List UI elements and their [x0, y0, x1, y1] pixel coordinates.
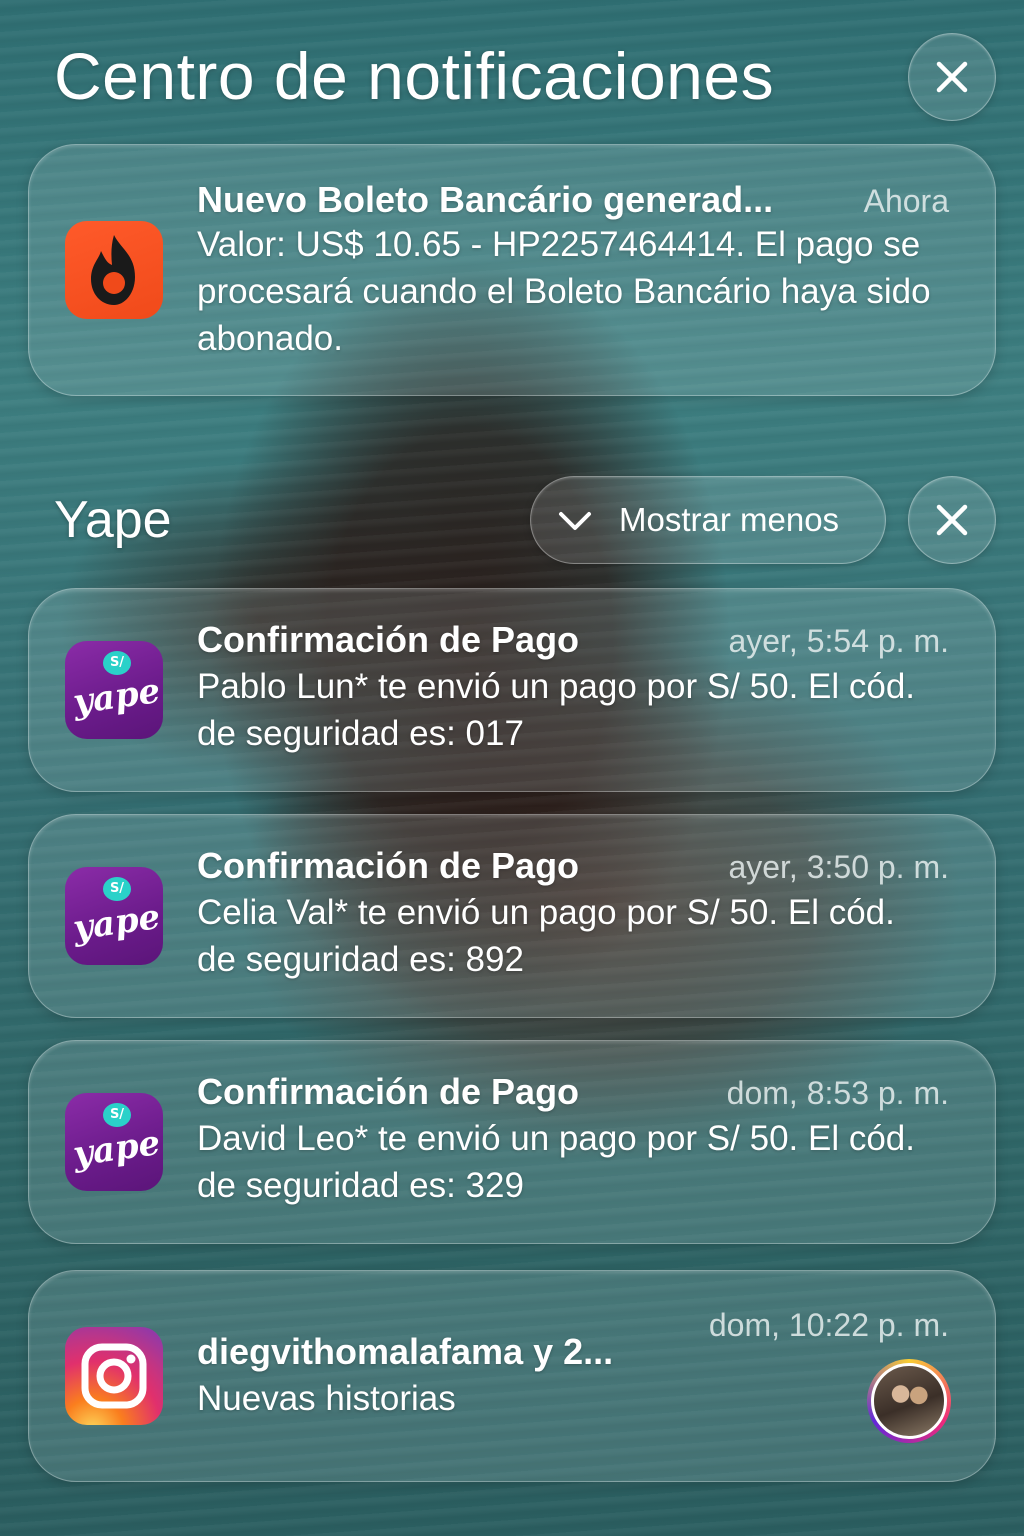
notification-hotmart[interactable]: Nuevo Boleto Bancário generad... Ahora V…: [28, 144, 996, 396]
notification-title: Nuevo Boleto Bancário generad...: [197, 179, 774, 220]
yape-badge: S/: [103, 1103, 131, 1127]
yape-badge: S/: [103, 651, 131, 675]
page-title: Centro de notificaciones: [54, 39, 775, 113]
dismiss-group-button[interactable]: [908, 476, 996, 564]
clear-all-button[interactable]: [908, 33, 996, 121]
notification-yape[interactable]: S/ yape Confirmación de Pago ayer, 5:54 …: [28, 588, 996, 792]
yape-logo-text: yape: [70, 1122, 163, 1175]
avatar-image: [871, 1363, 947, 1439]
show-less-label: Mostrar menos: [619, 501, 840, 538]
notification-yape[interactable]: S/ yape Confirmación de Pago dom, 8:53 p…: [28, 1040, 996, 1244]
story-avatar: [867, 1359, 951, 1443]
notification-title: diegvithomalafama y 2...: [197, 1331, 614, 1372]
notification-title: Confirmación de Pago: [197, 1071, 580, 1112]
notification-time: dom, 10:22 p. m.: [708, 1307, 949, 1343]
notification-title: Confirmación de Pago: [197, 619, 580, 660]
chevron-down-icon: [559, 512, 591, 530]
close-icon: [936, 61, 968, 93]
notification-body: David Leo* te envió un pago por S/ 50. E…: [197, 1119, 915, 1205]
instagram-icon: [65, 1327, 163, 1425]
close-icon: [936, 504, 968, 536]
yape-icon: S/ yape: [65, 641, 163, 739]
notification-time: ayer, 5:54 p. m.: [728, 623, 949, 659]
yape-logo-text: yape: [70, 896, 163, 949]
yape-icon: S/ yape: [65, 867, 163, 965]
notification-body: Celia Val* te envió un pago por S/ 50. E…: [197, 893, 895, 979]
notification-time: Ahora: [863, 183, 949, 219]
notification-time: dom, 8:53 p. m.: [726, 1075, 949, 1111]
yape-badge: S/: [103, 877, 131, 901]
show-less-button[interactable]: Mostrar menos: [530, 476, 886, 564]
notification-title: Confirmación de Pago: [197, 845, 580, 886]
yape-logo-text: yape: [70, 670, 163, 723]
notification-instagram[interactable]: dom, 10:22 p. m. diegvithomalafama y 2..…: [28, 1270, 996, 1482]
notification-body: Nuevas historias: [197, 1379, 456, 1418]
group-label-yape: Yape: [54, 491, 172, 549]
notification-time: ayer, 3:50 p. m.: [728, 849, 949, 885]
hotmart-flame-icon: [65, 221, 163, 319]
yape-icon: S/ yape: [65, 1093, 163, 1191]
notification-yape[interactable]: S/ yape Confirmación de Pago ayer, 3:50 …: [28, 814, 996, 1018]
notification-body: Pablo Lun* te envió un pago por S/ 50. E…: [197, 667, 916, 753]
notification-body: Valor: US$ 10.65 - HP2257464414. El pago…: [197, 225, 931, 358]
